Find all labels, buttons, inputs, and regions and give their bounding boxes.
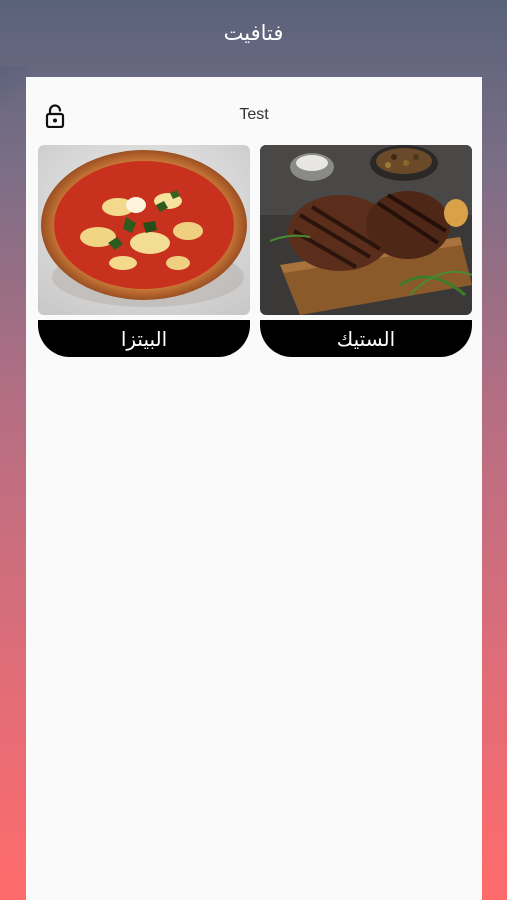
category-label: البيتزا <box>120 326 168 351</box>
page-title: Test <box>239 106 269 123</box>
category-tile-pizza[interactable]: البيتزا <box>38 145 250 357</box>
app-bar: فتافيت <box>0 0 507 66</box>
category-label: الستيك <box>336 326 396 351</box>
content-card: Test البيتزا الستيك <box>26 77 482 900</box>
category-grid: البيتزا الستيك <box>38 145 472 359</box>
category-label-box: البيتزا <box>38 320 250 357</box>
steak-image <box>260 145 472 315</box>
category-label-box: الستيك <box>260 320 472 357</box>
pizza-image <box>38 145 250 315</box>
app-title: فتافيت <box>223 21 284 45</box>
card-header: Test <box>26 77 482 141</box>
category-tile-steak[interactable]: الستيك <box>260 145 472 357</box>
